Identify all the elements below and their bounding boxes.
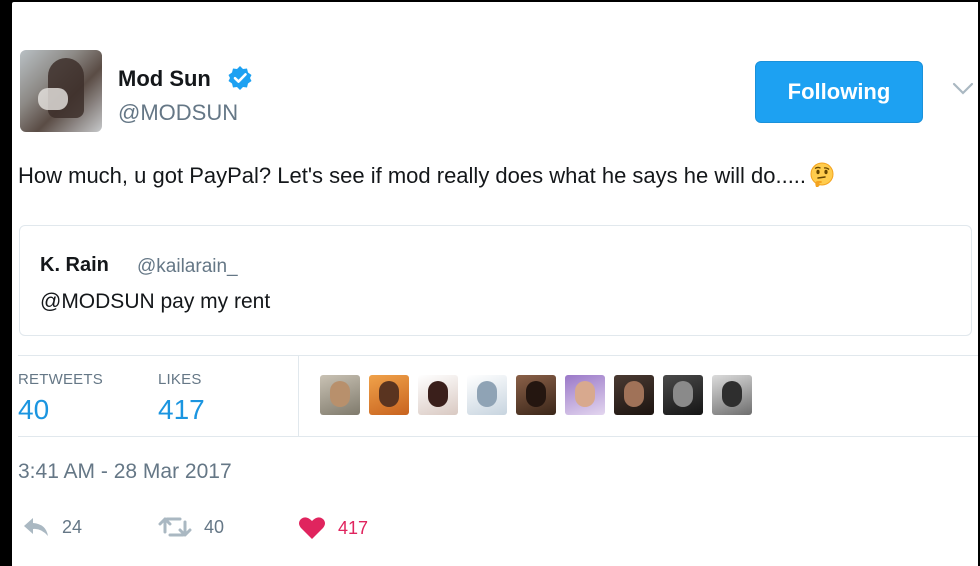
retweets-label[interactable]: RETWEETS — [18, 371, 103, 388]
verified-badge-icon — [228, 66, 252, 90]
retweets-count[interactable]: 40 — [18, 394, 49, 426]
heart-icon — [299, 517, 325, 539]
retweet-button[interactable]: 40 — [158, 516, 224, 538]
liker-avatar[interactable] — [418, 375, 458, 415]
liker-avatar[interactable] — [516, 375, 556, 415]
liker-avatar[interactable] — [712, 375, 752, 415]
liker-avatar[interactable] — [320, 375, 360, 415]
quoted-tweet[interactable]: K. Rain @kailarain_ @MODSUN pay my rent — [19, 225, 972, 336]
liker-avatar[interactable] — [369, 375, 409, 415]
reply-count: 24 — [62, 516, 83, 537]
reply-button[interactable]: 24 — [22, 516, 82, 538]
avatar-hand — [38, 88, 68, 110]
tweet-text: How much, u got PayPal? Let's see if mod… — [18, 162, 835, 189]
author-name[interactable]: Mod Sun — [118, 66, 211, 92]
quoted-tweet-text: @MODSUN pay my rent — [40, 290, 271, 313]
liker-avatar[interactable] — [663, 375, 703, 415]
tweet-timestamp[interactable]: 3:41 AM - 28 Mar 2017 — [18, 460, 232, 484]
following-button[interactable]: Following — [755, 61, 923, 123]
retweet-count: 40 — [204, 516, 225, 537]
likers-avatars — [320, 375, 761, 415]
liker-avatar[interactable] — [467, 375, 507, 415]
quoted-author-name[interactable]: K. Rain — [40, 254, 109, 277]
reply-icon — [24, 518, 48, 536]
author-handle[interactable]: @MODSUN — [118, 100, 238, 126]
quoted-author-handle[interactable]: @kailarain_ — [137, 256, 238, 278]
thinking-face-icon — [810, 162, 834, 187]
stats-separator — [298, 355, 299, 436]
divider — [18, 436, 978, 437]
divider — [18, 355, 978, 356]
like-button[interactable]: 417 — [298, 516, 368, 540]
chevron-down-icon[interactable] — [952, 82, 974, 96]
like-count: 417 — [338, 517, 369, 538]
tweet-body: How much, u got PayPal? Let's see if mod… — [18, 163, 807, 188]
tweet-card: Mod Sun @MODSUN Following How much, u go… — [12, 2, 978, 566]
retweet-icon — [158, 517, 192, 537]
liker-avatar[interactable] — [614, 375, 654, 415]
liker-avatar[interactable] — [565, 375, 605, 415]
likes-count[interactable]: 417 — [158, 394, 205, 426]
avatar[interactable] — [20, 50, 102, 132]
likes-label[interactable]: LIKES — [158, 371, 202, 388]
